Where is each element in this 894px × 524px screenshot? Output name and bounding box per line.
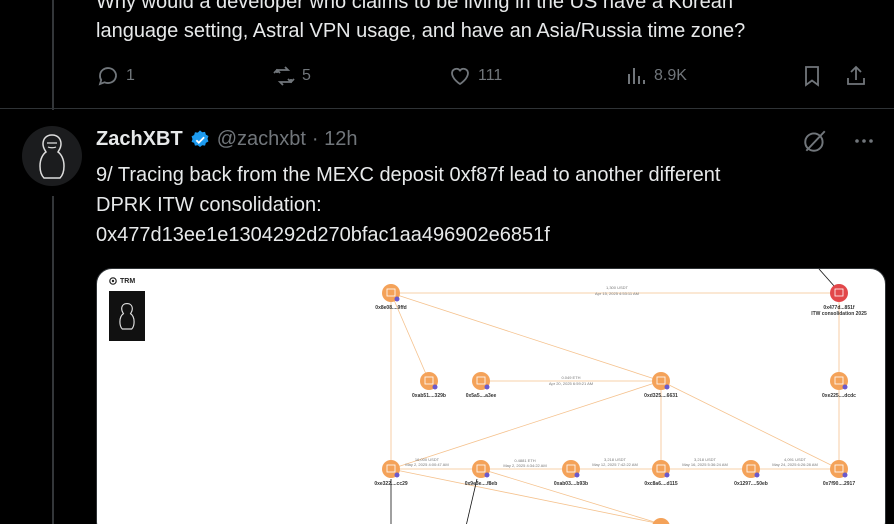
display-name[interactable]: ZachXBT <box>96 128 183 151</box>
node-3[interactable]: 0xab51....329b <box>412 372 446 399</box>
heart-icon <box>451 67 469 86</box>
views-button[interactable]: 8.9K <box>624 64 687 88</box>
node-10[interactable]: 0xc8a6....d115 <box>644 460 678 487</box>
detective-avatar-icon <box>39 134 65 179</box>
repost-count: 5 <box>302 67 311 84</box>
bookmark-button[interactable] <box>800 64 824 88</box>
avatar[interactable] <box>22 126 82 186</box>
node-11[interactable]: 0x1297....50eb <box>734 460 768 487</box>
bookmark-icon <box>805 66 819 87</box>
share-button[interactable] <box>844 64 868 88</box>
reply-count: 1 <box>126 67 135 84</box>
node-label: 0x8e08....9ffd <box>375 305 406 311</box>
edge-label: May 12, 2025 7:42:22 AM <box>592 462 638 467</box>
node-8[interactable]: 0x9e3e....f8eb <box>465 460 498 487</box>
node-label: 0xab51....329b <box>412 393 446 399</box>
view-count: 8.9K <box>654 67 687 84</box>
node-label: 0x7f90....2917 <box>823 481 855 487</box>
node-label: 0xd325....6631 <box>644 393 678 399</box>
node-4[interactable]: 0x5a5....a3ee <box>466 372 497 399</box>
thread-connector <box>52 0 54 110</box>
node-label: 0xab03....b93b <box>554 481 588 487</box>
node-label: 0xe322....cc29 <box>374 481 408 487</box>
repost-button[interactable]: 5 <box>272 64 311 88</box>
node-5[interactable]: 0xd325....6631 <box>644 372 678 399</box>
node-sublabel: ITW consolidation 2025 <box>811 311 867 317</box>
edge-label: 1,300 USDT <box>606 285 629 290</box>
tweet-header: ZachXBT @zachxbt · 12h <box>96 128 358 151</box>
node-partial[interactable] <box>652 518 670 524</box>
edge-label: May 16, 2025 5:36:24 AM <box>682 462 728 467</box>
tweet-header-actions <box>802 128 876 154</box>
node-label: 0xe225....dcdc <box>822 393 856 399</box>
tweet-divider <box>0 108 894 109</box>
grok-icon[interactable] <box>802 128 828 154</box>
node-12[interactable]: 0x7f90....2917 <box>823 460 855 487</box>
reply-button[interactable]: 1 <box>96 64 135 88</box>
node-label: 0x5a5....a3ee <box>466 393 497 399</box>
tweet-text: 9/ Tracing back from the MEXC deposit 0x… <box>96 160 856 250</box>
previous-tweet-text: Why would a developer who claims to be l… <box>96 0 856 46</box>
tweet-address-line: 0x477d13ee1e1304292d270bfac1aa496902e685… <box>96 224 550 246</box>
edge-label: May 2, 2025 4:34:22 AM <box>503 463 546 468</box>
tweet-text-line: DPRK ITW consolidation: <box>96 194 322 216</box>
node-7[interactable]: 0xe322....cc29 <box>374 460 408 487</box>
repost-icon <box>273 66 295 86</box>
tweet-action-bar: 1 5 111 8.9K <box>96 64 876 90</box>
tweet-media-image[interactable]: TRM 1,300 USDT Apr 15, 2025 4:53:11 AM 0… <box>96 268 886 524</box>
node-label: 0xc8a6....d115 <box>644 481 678 487</box>
timestamp[interactable]: · 12h <box>312 128 358 151</box>
user-handle[interactable]: @zachxbt <box>217 128 306 151</box>
node-6[interactable]: 0xe225....dcdc <box>822 372 856 399</box>
edge-label: Apr 20, 2025 6:59:21 AM <box>549 381 593 386</box>
like-button[interactable]: 111 <box>448 64 502 88</box>
edge-label: 0.049 ETH <box>561 375 580 380</box>
node-1[interactable]: 0x477d...851f ITW consolidation 2025 <box>811 284 867 317</box>
like-count: 111 <box>478 67 503 84</box>
node-9[interactable]: 0xab03....b93b <box>554 460 588 487</box>
more-options-icon[interactable] <box>852 129 876 153</box>
verified-badge-icon <box>191 129 209 147</box>
tweet-text-line: 9/ Tracing back from the MEXC deposit 0x… <box>96 164 721 186</box>
node-label: 0x1297....50eb <box>734 481 768 487</box>
edge-label: May 24, 2025 6:26:28 AM <box>772 462 818 467</box>
thread-connector <box>52 196 54 524</box>
share-icon <box>847 65 865 85</box>
analytics-icon <box>628 68 645 84</box>
transaction-graph: 1,300 USDT Apr 15, 2025 4:53:11 AM 0.049… <box>374 269 867 524</box>
reply-icon <box>98 67 117 86</box>
prev-text-line: Why would a developer who claims to be l… <box>96 0 734 13</box>
node-label: 0x9e3e....f8eb <box>465 481 498 487</box>
graph-edges <box>390 292 840 524</box>
edge-label: Apr 15, 2025 4:53:11 AM <box>595 291 639 296</box>
edge-label: May 2, 2025 4:00:47 AM <box>405 462 448 467</box>
prev-text-line: language setting, Astral VPN usage, and … <box>96 20 746 42</box>
node-0[interactable]: 0x8e08....9ffd <box>375 284 407 311</box>
